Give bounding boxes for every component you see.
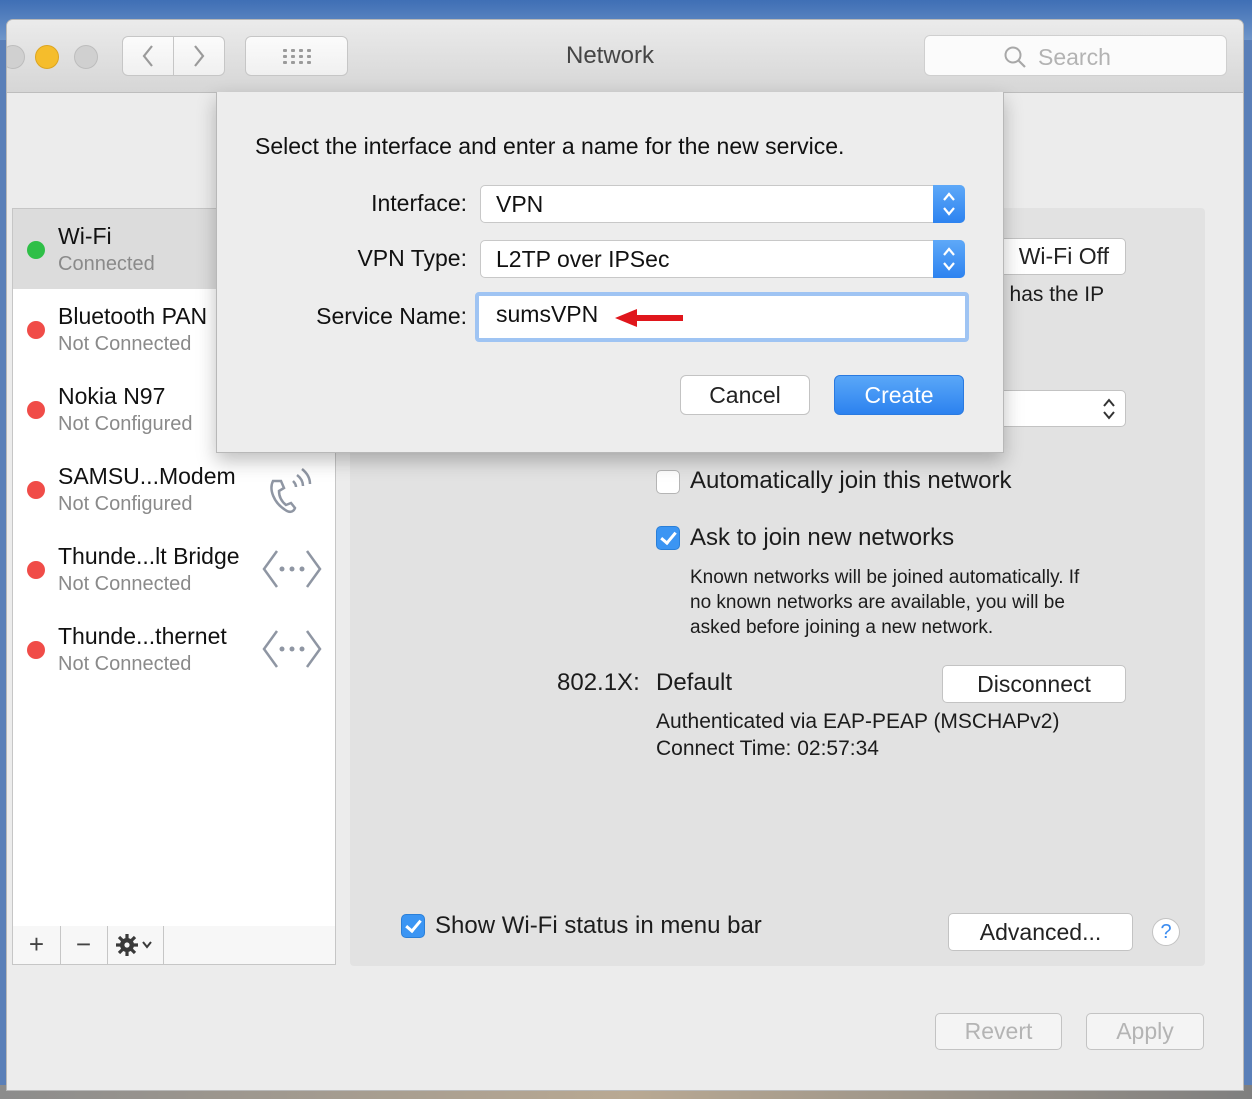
interface-popup[interactable]: VPN: [480, 185, 965, 223]
status-dot: [27, 401, 45, 419]
ethernet-icon: [262, 550, 322, 588]
advanced-button[interactable]: Advanced...: [948, 913, 1133, 951]
chevron-up-down-icon: [933, 185, 965, 223]
help-button[interactable]: ?: [1152, 918, 1180, 946]
service-item-thunderbolt-bridge[interactable]: Thunde...lt Bridge Not Connected: [13, 529, 335, 609]
red-arrow-annotation-icon: [615, 309, 683, 327]
vpn-type-popup[interactable]: L2TP over IPSec: [480, 240, 965, 278]
status-dot: [27, 641, 45, 659]
wifi-off-button[interactable]: Wi-Fi Off: [986, 238, 1126, 275]
network-name-popup[interactable]: [986, 390, 1126, 427]
service-status: Connected: [58, 253, 155, 275]
service-name-value: sumsVPN: [496, 301, 599, 327]
service-name: Bluetooth PAN: [58, 303, 208, 329]
ask-join-help-line-3: asked before joining a new network.: [690, 617, 994, 638]
service-name-field[interactable]: sumsVPN: [475, 292, 969, 342]
service-item-samsung-modem[interactable]: SAMSU...Modem Not Configured: [13, 449, 335, 529]
add-service-button[interactable]: +: [13, 926, 61, 964]
auto-join-checkbox[interactable]: [656, 470, 680, 494]
new-service-sheet: Select the interface and enter a name fo…: [216, 92, 1004, 453]
service-item-thunderbolt-ethernet[interactable]: Thunde...thernet Not Connected: [13, 609, 335, 689]
service-status: Not Connected: [58, 573, 192, 595]
ask-join-help-line-1: Known networks will be joined automatica…: [690, 567, 1080, 588]
status-dot: [27, 241, 45, 259]
ask-join-help-line-2: no known networks are available, you wil…: [690, 592, 1065, 613]
search-placeholder: Search: [1038, 44, 1111, 70]
cancel-button[interactable]: Cancel: [680, 375, 810, 415]
service-status: Not Connected: [58, 653, 192, 675]
search-field[interactable]: Search: [924, 35, 1227, 76]
service-name-label: Service Name:: [316, 303, 467, 329]
dot1x-label: 802.1X:: [557, 669, 640, 696]
status-text: d has the IP: [992, 283, 1105, 306]
search-icon: [1004, 46, 1026, 68]
interface-value: VPN: [496, 191, 544, 217]
chevron-up-down-icon: [933, 240, 965, 278]
service-name: Nokia N97: [58, 383, 166, 409]
ask-join-checkbox[interactable]: [656, 526, 680, 550]
service-name: Wi-Fi: [58, 223, 112, 249]
status-dot: [27, 481, 45, 499]
sheet-prompt: Select the interface and enter a name fo…: [255, 133, 845, 159]
service-status: Not Connected: [58, 333, 192, 355]
action-menu-button[interactable]: [107, 926, 164, 964]
connect-time: Connect Time: 02:57:34: [656, 737, 879, 760]
phone-icon: [270, 468, 312, 514]
network-window: Network Search Wi-Fi Connected Bluetooth…: [7, 20, 1243, 1090]
ethernet-icon: [262, 630, 322, 668]
gear-icon: [116, 934, 152, 956]
status-dot: [27, 561, 45, 579]
vpn-type-label: VPN Type:: [357, 245, 467, 271]
ask-join-label: Ask to join new networks: [690, 524, 955, 551]
disconnect-button[interactable]: Disconnect: [942, 665, 1126, 703]
show-wifi-status-label: Show Wi-Fi status in menu bar: [435, 912, 762, 939]
titlebar: Network Search: [7, 20, 1243, 93]
service-name: Thunde...thernet: [58, 623, 227, 649]
interface-label: Interface:: [371, 190, 467, 216]
service-list-toolbar: + −: [12, 926, 336, 965]
service-name: Thunde...lt Bridge: [58, 543, 240, 569]
chevron-up-down-icon: [1103, 398, 1115, 420]
remove-service-button[interactable]: −: [60, 926, 108, 964]
dot1x-value: Default: [656, 669, 733, 696]
show-wifi-status-checkbox[interactable]: [401, 914, 425, 938]
revert-button[interactable]: Revert: [935, 1013, 1062, 1050]
service-name: SAMSU...Modem: [58, 463, 236, 489]
vpn-type-value: L2TP over IPSec: [496, 246, 670, 272]
create-button[interactable]: Create: [834, 375, 964, 415]
auth-info: Authenticated via EAP-PEAP (MSCHAPv2): [656, 710, 1060, 733]
service-status: Not Configured: [58, 493, 193, 515]
status-dot: [27, 321, 45, 339]
auto-join-label: Automatically join this network: [690, 467, 1012, 494]
service-status: Not Configured: [58, 413, 193, 435]
apply-button[interactable]: Apply: [1086, 1013, 1204, 1050]
